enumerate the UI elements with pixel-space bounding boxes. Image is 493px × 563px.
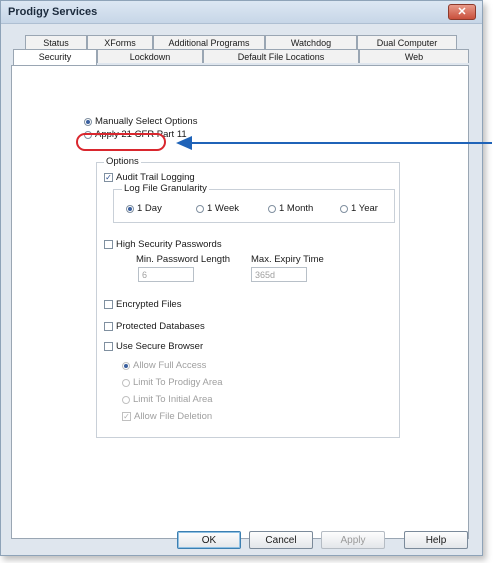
allow-deletion-checkbox[interactable]: ✓ <box>122 412 131 421</box>
radio-1-month[interactable] <box>268 204 276 213</box>
tab-watchdog[interactable]: Watchdog <box>265 35 357 49</box>
cancel-button[interactable]: Cancel <box>249 531 313 549</box>
limit-initial-area-option[interactable]: Limit To Initial Area <box>122 394 213 405</box>
tab-additional-programs[interactable]: Additional Programs <box>153 35 265 49</box>
radio-limit-prodigy[interactable] <box>122 378 130 387</box>
tab-lockdown[interactable]: Lockdown <box>97 49 203 63</box>
granularity-1-week[interactable]: 1 Week <box>196 203 239 214</box>
dialog-window: Prodigy Services ✕ Status XForms Additio… <box>0 0 483 556</box>
high-security-passwords-option[interactable]: High Security Passwords <box>104 239 222 250</box>
help-button[interactable]: Help <box>404 531 468 549</box>
radio-allow-full-access[interactable] <box>122 361 130 370</box>
allow-full-access-option[interactable]: Allow Full Access <box>122 360 206 371</box>
granularity-1-year[interactable]: 1 Year <box>340 203 378 214</box>
min-length-label: Min. Password Length <box>136 254 230 265</box>
limit-prodigy-area-option[interactable]: Limit To Prodigy Area <box>122 377 223 388</box>
arrow-left-icon <box>176 136 492 150</box>
secure-browser-checkbox[interactable] <box>104 342 113 351</box>
tab-security[interactable]: Security <box>13 49 97 65</box>
close-button[interactable]: ✕ <box>448 4 476 20</box>
cfr-highlight-ellipse <box>76 133 166 151</box>
protected-checkbox[interactable] <box>104 322 113 331</box>
tab-xforms[interactable]: XForms <box>87 35 153 49</box>
secure-browser-option[interactable]: Use Secure Browser <box>104 341 203 352</box>
encrypted-checkbox[interactable] <box>104 300 113 309</box>
audit-checkbox[interactable]: ✓ <box>104 173 113 182</box>
audit-trail-option[interactable]: ✓ Audit Trail Logging <box>104 172 195 183</box>
granularity-1-day[interactable]: 1 Day <box>126 203 162 214</box>
max-expiry-label: Max. Expiry Time <box>251 254 324 265</box>
granularity-title: Log File Granularity <box>122 183 209 194</box>
radio-1-year[interactable] <box>340 204 348 213</box>
radio-limit-initial[interactable] <box>122 395 130 404</box>
granularity-1-month[interactable]: 1 Month <box>268 203 313 214</box>
close-icon: ✕ <box>457 6 467 18</box>
min-length-field[interactable]: 6 <box>138 267 194 282</box>
tab-default-file-locations[interactable]: Default File Locations <box>203 49 359 63</box>
tab-web[interactable]: Web <box>359 49 469 63</box>
allow-file-deletion-option[interactable]: ✓ Allow File Deletion <box>122 411 212 422</box>
title-bar[interactable]: Prodigy Services ✕ <box>1 1 482 24</box>
hsp-checkbox[interactable] <box>104 240 113 249</box>
radio-manual[interactable] <box>84 117 92 126</box>
window-title: Prodigy Services <box>8 6 98 18</box>
encrypted-files-option[interactable]: Encrypted Files <box>104 299 181 310</box>
options-title: Options <box>104 156 141 167</box>
tab-dual-computer[interactable]: Dual Computer <box>357 35 457 49</box>
manual-select-option[interactable]: Manually Select Options <box>84 116 197 127</box>
tab-status[interactable]: Status <box>25 35 87 49</box>
ok-button[interactable]: OK <box>177 531 241 549</box>
protected-databases-option[interactable]: Protected Databases <box>104 321 205 332</box>
radio-1-week[interactable] <box>196 204 204 213</box>
apply-button[interactable]: Apply <box>321 531 385 549</box>
radio-1-day[interactable] <box>126 204 134 213</box>
max-expiry-field[interactable]: 365d <box>251 267 307 282</box>
